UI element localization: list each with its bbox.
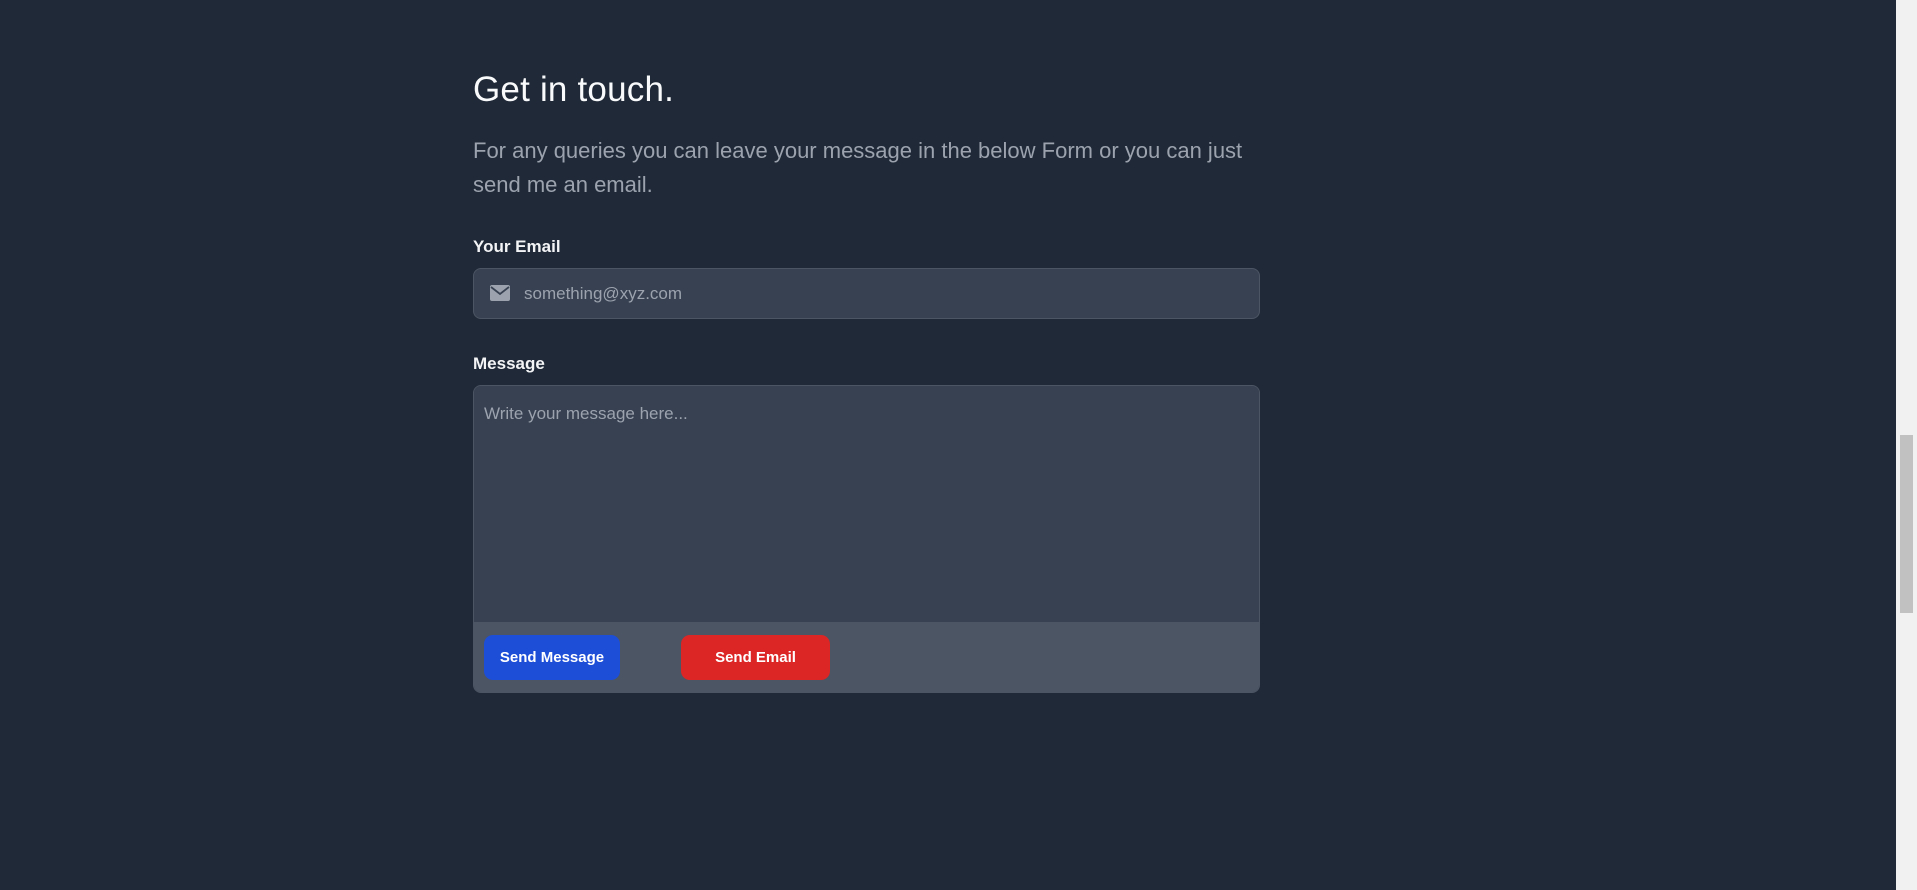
message-textarea[interactable] [474,386,1259,622]
message-box: Send Message Send Email [473,385,1260,693]
contact-description: For any queries you can leave your messa… [473,138,1243,197]
send-message-button[interactable]: Send Message [484,635,620,680]
email-label: Your Email [473,237,561,256]
message-label: Message [473,354,545,373]
envelope-icon [490,285,510,301]
page-title: Get in touch. [473,70,675,109]
page: Get in touch. For any queries you can le… [0,0,1917,890]
email-field[interactable] [524,269,1249,318]
contact-section: Get in touch. For any queries you can le… [473,68,1260,693]
message-actions: Send Message Send Email [474,622,1259,692]
vertical-scrollbar[interactable] [1896,0,1917,890]
email-field-wrapper[interactable] [473,268,1260,319]
scrollbar-thumb[interactable] [1900,435,1913,613]
send-email-button[interactable]: Send Email [681,635,830,680]
